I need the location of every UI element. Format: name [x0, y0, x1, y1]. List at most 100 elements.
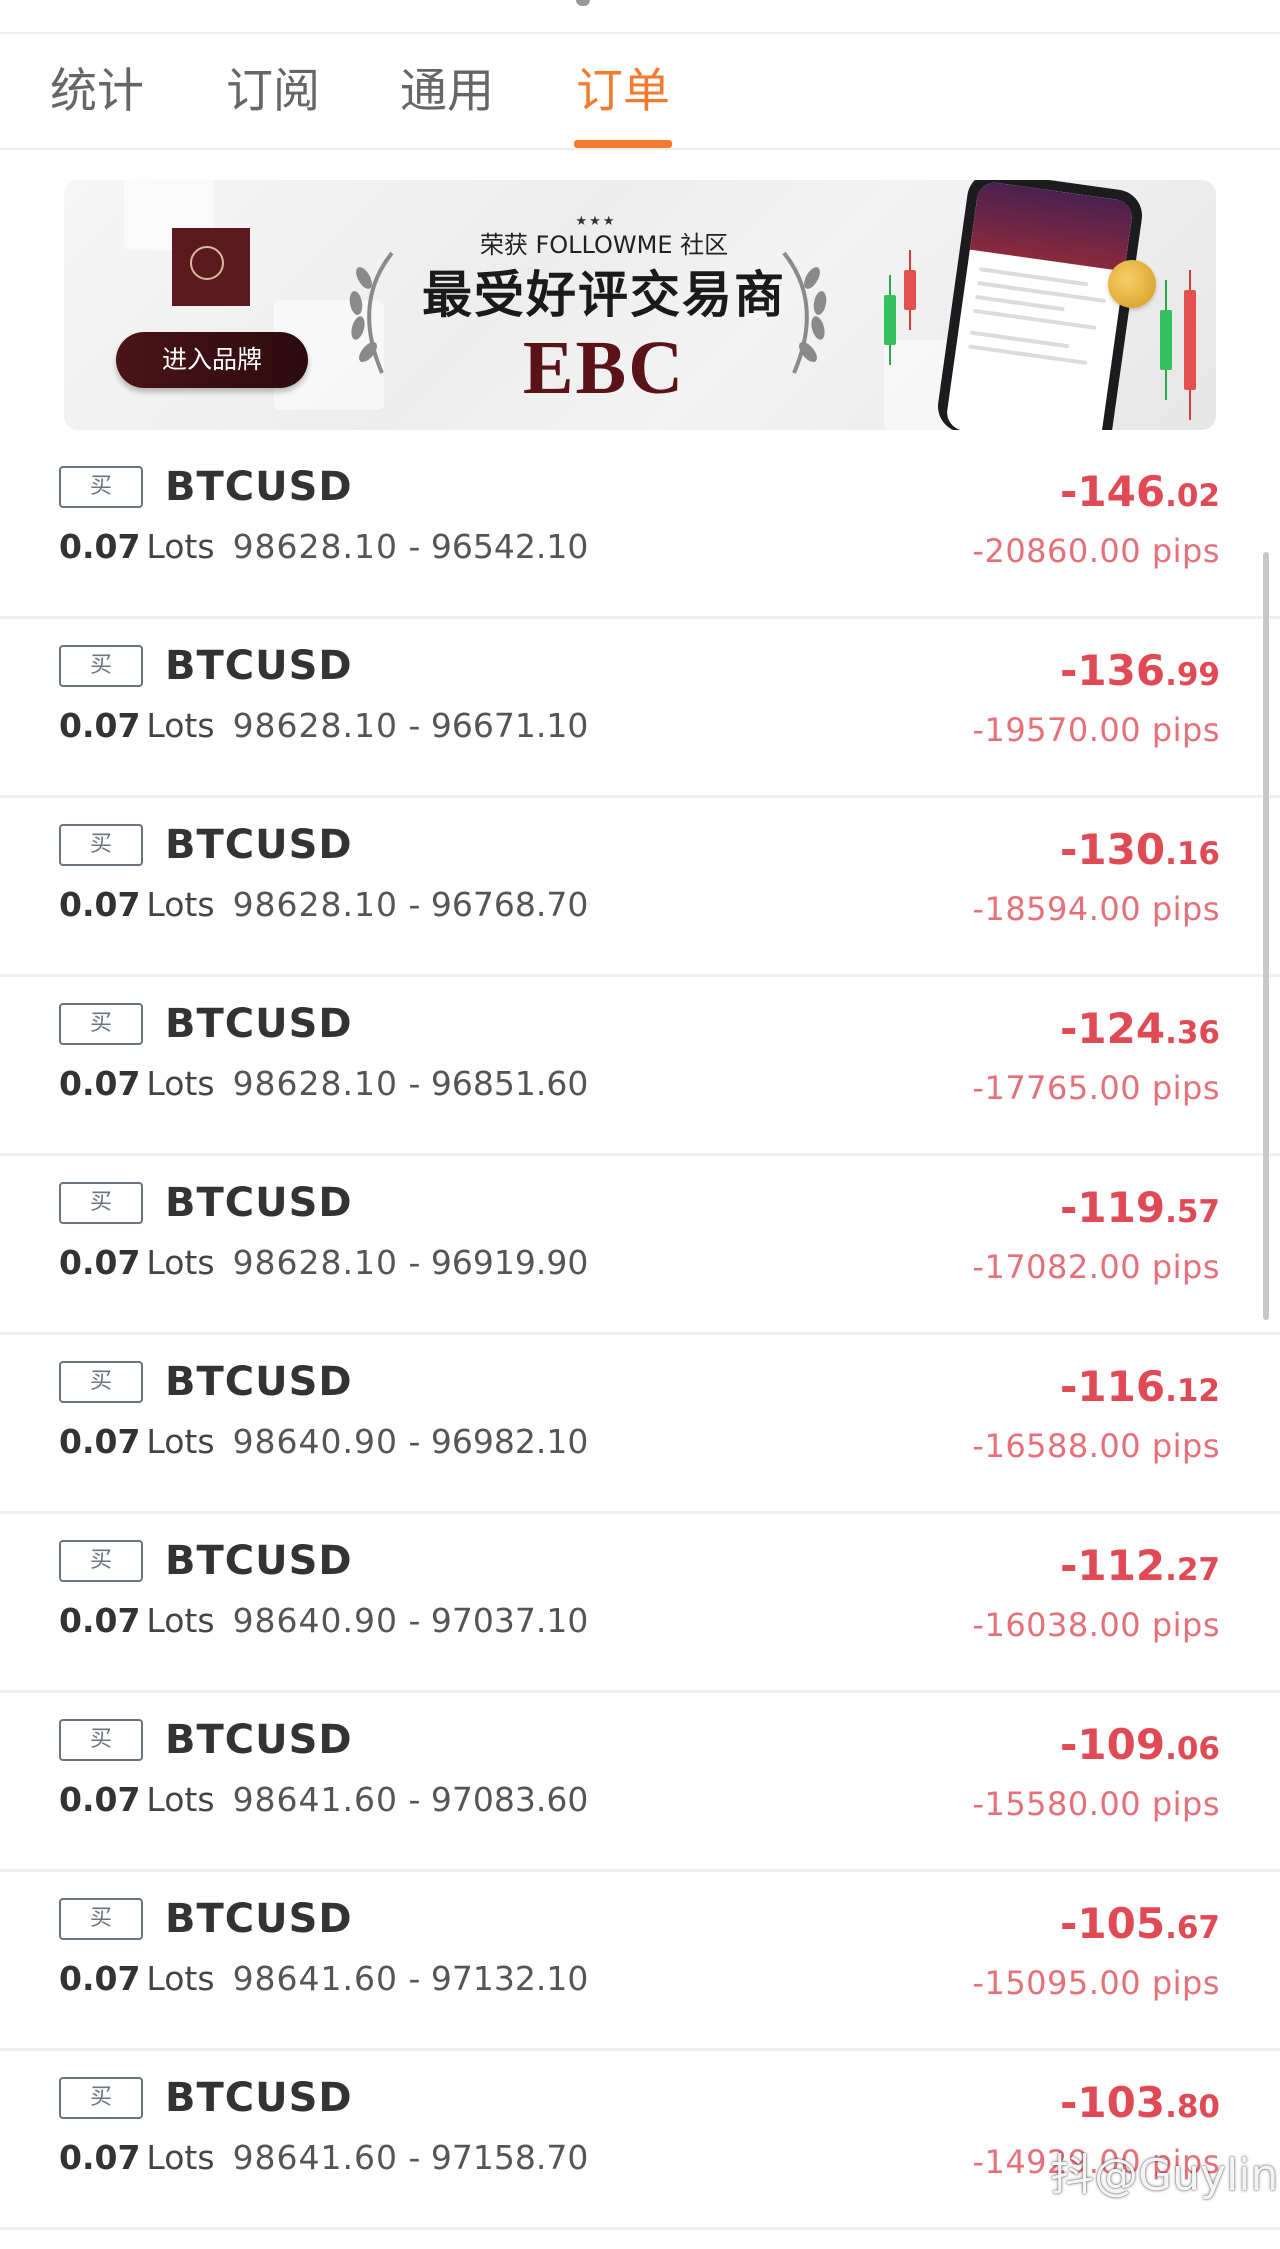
order-close-price: 96768.70 — [430, 885, 589, 924]
profit-integer: -105 — [1059, 1899, 1166, 1948]
order-row[interactable]: 买 BTCUSD 0.07 Lots 98641.60 - 97083.60 -10… — [0, 1693, 1280, 1872]
price-separator: - — [398, 1422, 431, 1461]
order-open-price: 98641.60 — [232, 2138, 399, 2177]
price-separator: - — [398, 527, 431, 566]
profit-decimal: .99 — [1165, 657, 1220, 693]
order-lots-unit: Lots — [146, 885, 215, 924]
profit-decimal: .57 — [1165, 1194, 1220, 1230]
order-detail: 0.07 Lots 98640.90 - 96982.10 — [59, 1419, 588, 1465]
order-lots-unit: Lots — [146, 2138, 215, 2177]
order-detail: 0.07 Lots 98641.60 - 97132.10 — [59, 1956, 588, 2002]
tab-subscription[interactable]: 订阅 — [226, 52, 320, 132]
banner-title: 最受好评交易商 — [422, 266, 786, 324]
profit-integer: -116 — [1059, 1362, 1166, 1411]
order-detail: 0.07 Lots 98628.10 - 96768.70 — [59, 882, 588, 928]
enter-brand-button[interactable]: 进入品牌 — [116, 332, 308, 388]
profit-integer: -112 — [1059, 1541, 1166, 1590]
order-close-price: 96542.10 — [430, 527, 589, 566]
order-pips: -15095.00 pips — [972, 1964, 1220, 2002]
order-profit: -124.36 — [1060, 999, 1220, 1068]
profit-decimal: .27 — [1165, 1552, 1220, 1588]
order-pips: -18594.00 pips — [972, 890, 1220, 928]
phone-screen-line — [973, 308, 1097, 330]
order-lots: 0.07 — [59, 527, 141, 566]
order-row[interactable]: 买 BTCUSD 0.07 Lots 98628.10 - 96768.70 -13… — [0, 798, 1280, 977]
phone-screen-line — [968, 344, 1088, 366]
order-detail: 0.07 Lots 98641.60 - 97158.70 — [59, 2135, 588, 2181]
profit-decimal: .16 — [1165, 836, 1220, 872]
order-lots-unit: Lots — [146, 1243, 215, 1282]
profit-integer: -130 — [1059, 825, 1166, 874]
profit-integer: -103 — [1059, 2078, 1166, 2127]
order-close-price: 96982.10 — [430, 1422, 589, 1461]
price-separator: - — [398, 1780, 431, 1819]
order-pips: -20860.00 pips — [972, 532, 1220, 570]
order-lots: 0.07 — [59, 1959, 141, 1998]
price-separator: - — [398, 1243, 431, 1282]
candlestick-icon — [1160, 310, 1172, 370]
candlestick-icon — [1184, 290, 1196, 390]
order-profit: -136.99 — [1060, 641, 1220, 710]
order-open-price: 98628.10 — [232, 1064, 399, 1103]
order-profit: -116.12 — [1060, 1357, 1220, 1426]
order-close-price: 97158.70 — [430, 2138, 589, 2177]
order-detail: 0.07 Lots 98628.10 - 96851.60 — [59, 1061, 588, 1107]
order-open-price: 98640.90 — [232, 1601, 399, 1640]
order-symbol: BTCUSD — [165, 822, 353, 868]
order-lots: 0.07 — [59, 1243, 141, 1282]
order-detail: 0.07 Lots 98640.90 - 97037.10 — [59, 1598, 588, 1644]
profit-decimal: .36 — [1165, 1015, 1220, 1051]
tab-bar: 统计 订阅 通用 订单 — [0, 34, 1280, 150]
order-close-price: 96919.90 — [430, 1243, 589, 1282]
order-lots: 0.07 — [59, 2138, 141, 2177]
order-lots: 0.07 — [59, 885, 141, 924]
order-open-price: 98628.10 — [232, 706, 399, 745]
order-profit: -112.27 — [1060, 1536, 1220, 1605]
order-lots: 0.07 — [59, 1601, 141, 1640]
profit-decimal: .02 — [1165, 478, 1220, 514]
active-tab-indicator — [574, 140, 672, 148]
order-open-price: 98628.10 — [232, 527, 399, 566]
order-symbol: BTCUSD — [165, 1717, 353, 1763]
tab-general[interactable]: 通用 — [400, 52, 494, 132]
order-lots-unit: Lots — [146, 1601, 215, 1640]
order-row[interactable]: 买 BTCUSD 0.07 Lots 98640.90 - 96982.10 -11… — [0, 1335, 1280, 1514]
scrollbar[interactable] — [1263, 552, 1269, 1320]
tab-statistics[interactable]: 统计 — [50, 52, 144, 132]
order-pips: -16588.00 pips — [972, 1427, 1220, 1465]
order-row[interactable]: 买 BTCUSD 0.07 Lots 98628.10 - 96671.10 -13… — [0, 619, 1280, 798]
stars-icon: ★★★ — [575, 214, 617, 229]
order-close-price: 97083.60 — [430, 1780, 589, 1819]
ebc-logo — [172, 228, 250, 306]
order-open-price: 98641.60 — [232, 1780, 399, 1819]
profit-integer: -136 — [1059, 646, 1166, 695]
order-detail: 0.07 Lots 98628.10 - 96542.10 — [59, 524, 588, 570]
top-indicator — [576, 0, 590, 6]
order-row[interactable]: 买 BTCUSD 0.07 Lots 98640.90 - 97037.10 -11… — [0, 1514, 1280, 1693]
order-lots-unit: Lots — [146, 1959, 215, 1998]
order-close-price: 97132.10 — [430, 1959, 589, 1998]
order-row[interactable]: 买 BTCUSD 0.07 Lots 98628.10 - 96851.60 -12… — [0, 977, 1280, 1156]
buy-side-tag: 买 — [59, 824, 143, 866]
order-lots-unit: Lots — [146, 706, 215, 745]
order-profit: -105.67 — [1060, 1894, 1220, 1963]
candlestick-icon — [904, 270, 916, 310]
phone-mockup-image — [934, 180, 1146, 430]
order-row[interactable]: 买 BTCUSD 0.07 Lots 98628.10 - 96542.10 -14… — [0, 440, 1280, 619]
profit-integer: -124 — [1059, 1004, 1166, 1053]
order-profit: -103.80 — [1060, 2073, 1220, 2142]
order-pips: -15580.00 pips — [972, 1785, 1220, 1823]
order-detail: 0.07 Lots 98628.10 - 96671.10 — [59, 703, 588, 749]
order-lots: 0.07 — [59, 1422, 141, 1461]
order-symbol: BTCUSD — [165, 464, 353, 510]
ebc-promo-banner[interactable]: 进入品牌 ★★★ 荣获 FOLLOWME 社区 最受好评交易商 EBC — [64, 180, 1216, 430]
buy-side-tag: 买 — [59, 1003, 143, 1045]
tab-orders[interactable]: 订单 — [576, 52, 670, 132]
order-row[interactable]: 买 BTCUSD 0.07 Lots 98641.60 - 97132.10 -10… — [0, 1872, 1280, 2051]
order-symbol: BTCUSD — [165, 1538, 353, 1584]
order-open-price: 98628.10 — [232, 885, 399, 924]
order-symbol: BTCUSD — [165, 1001, 353, 1047]
order-close-price: 97037.10 — [430, 1601, 589, 1640]
order-row[interactable]: 买 BTCUSD 0.07 Lots 98628.10 - 96919.90 -11… — [0, 1156, 1280, 1335]
order-pips: -17082.00 pips — [972, 1248, 1220, 1286]
